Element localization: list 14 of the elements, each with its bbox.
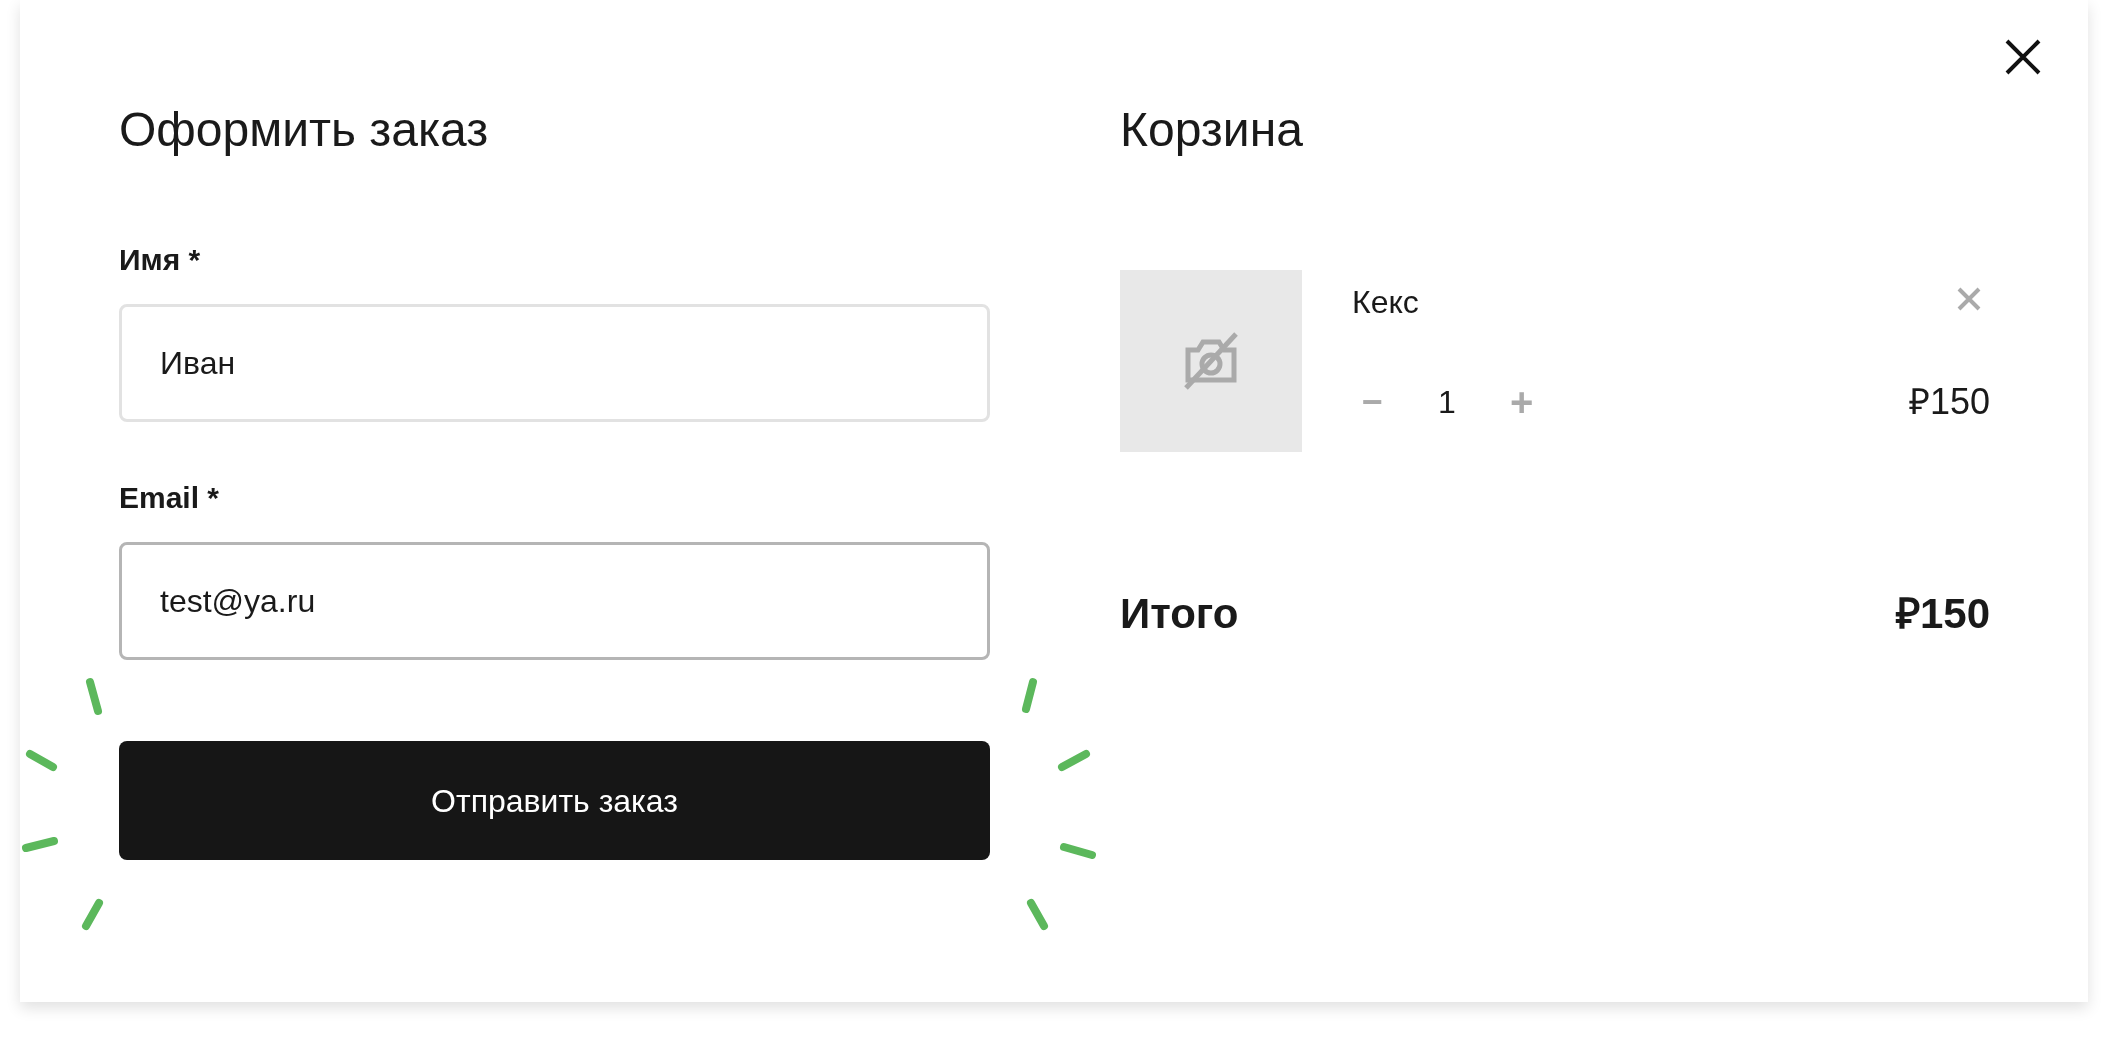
- total-value: ₽150: [1895, 589, 1990, 639]
- field-label: Email *: [119, 480, 221, 516]
- field-label: Имя *: [119, 242, 202, 278]
- input-field[interactable]: Иван: [119, 304, 990, 422]
- total-label: Итого: [1120, 589, 1239, 639]
- submit-order-button[interactable]: Отправить заказ: [119, 741, 990, 860]
- close-icon: [1956, 286, 1982, 312]
- input-field[interactable]: test@ya.ru: [119, 542, 990, 660]
- cart-title: Корзина: [1120, 102, 1304, 158]
- form-title: Оформить заказ: [119, 102, 490, 158]
- item-price: ₽150: [1908, 380, 1990, 424]
- quantity: 1: [1438, 383, 1456, 422]
- product-name: Кекс: [1352, 283, 1419, 322]
- close-icon: [2004, 38, 2042, 76]
